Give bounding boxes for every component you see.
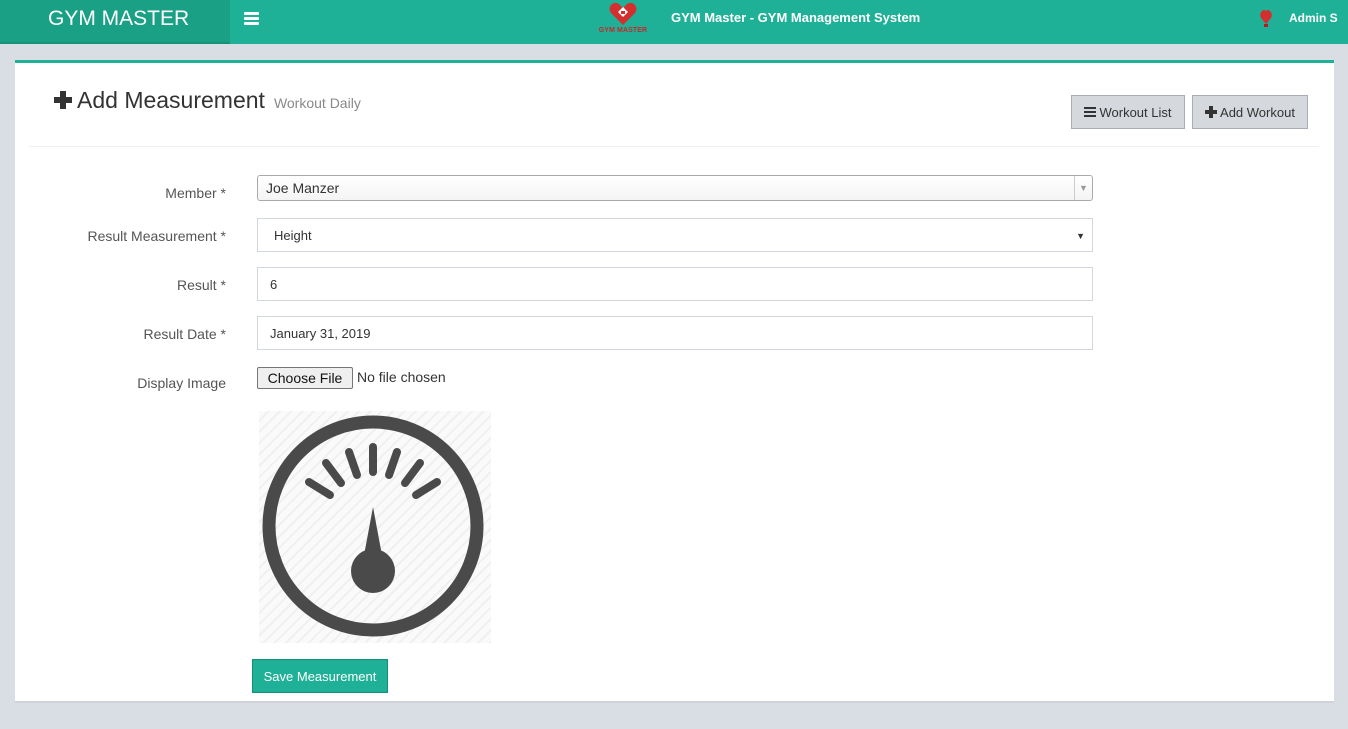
result-input[interactable]: 6 xyxy=(257,267,1093,301)
chevron-down-icon[interactable]: ▼ xyxy=(1074,176,1092,200)
weight-scale-gauge-icon xyxy=(262,415,484,637)
panel-header: Add Measurement Workout Daily Workout Li… xyxy=(29,63,1319,147)
workout-list-label: Workout List xyxy=(1099,104,1172,120)
display-image-label: Display Image xyxy=(137,375,226,391)
result-measurement-value: Height xyxy=(274,227,312,243)
save-measurement-button[interactable]: Save Measurement xyxy=(252,659,388,693)
plus-icon xyxy=(54,91,72,109)
logo-text: GYM MASTER xyxy=(598,27,648,34)
result-measurement-label: Result Measurement * xyxy=(87,228,226,244)
result-date-input[interactable]: January 31, 2019 xyxy=(257,316,1093,350)
member-select[interactable]: Joe Manzer ▼ xyxy=(257,175,1093,201)
file-status: No file chosen xyxy=(357,369,446,385)
plus-icon xyxy=(1205,106,1218,118)
top-navbar: GYM MASTER GYM MASTER GYM Master - GYM M… xyxy=(0,0,1348,44)
gym-logo: GYM MASTER xyxy=(590,0,656,40)
app-title: GYM Master - GYM Management System xyxy=(671,10,921,25)
add-workout-button[interactable]: Add Workout xyxy=(1192,95,1308,129)
page-title: Add Measurement xyxy=(77,87,265,113)
member-value: Joe Manzer xyxy=(266,180,340,196)
result-label: Result * xyxy=(176,277,226,293)
image-preview xyxy=(259,411,491,643)
main-panel: Add Measurement Workout Daily Workout Li… xyxy=(15,60,1334,703)
member-label: Member * xyxy=(165,185,226,201)
page-subtitle: Workout Daily xyxy=(273,95,361,111)
choose-file-button[interactable]: Choose File xyxy=(257,367,353,389)
user-menu[interactable]: Admin S xyxy=(1289,11,1338,25)
caret-down-icon: ▼ xyxy=(1076,231,1085,241)
result-date-value: January 31, 2019 xyxy=(270,325,371,341)
user-avatar-icon[interactable] xyxy=(1258,8,1274,28)
page-title-wrap: Add Measurement Workout Daily xyxy=(53,87,361,114)
brand-logo[interactable]: GYM MASTER xyxy=(0,0,230,44)
list-icon xyxy=(1084,107,1097,117)
workout-list-button[interactable]: Workout List xyxy=(1071,95,1185,129)
result-value: 6 xyxy=(270,276,278,292)
result-date-label: Result Date * xyxy=(143,326,227,342)
result-measurement-select[interactable]: Height ▼ xyxy=(257,218,1093,252)
menu-toggle-icon[interactable] xyxy=(244,12,259,26)
add-workout-label: Add Workout xyxy=(1220,104,1295,120)
heart-logo-icon xyxy=(609,2,637,26)
